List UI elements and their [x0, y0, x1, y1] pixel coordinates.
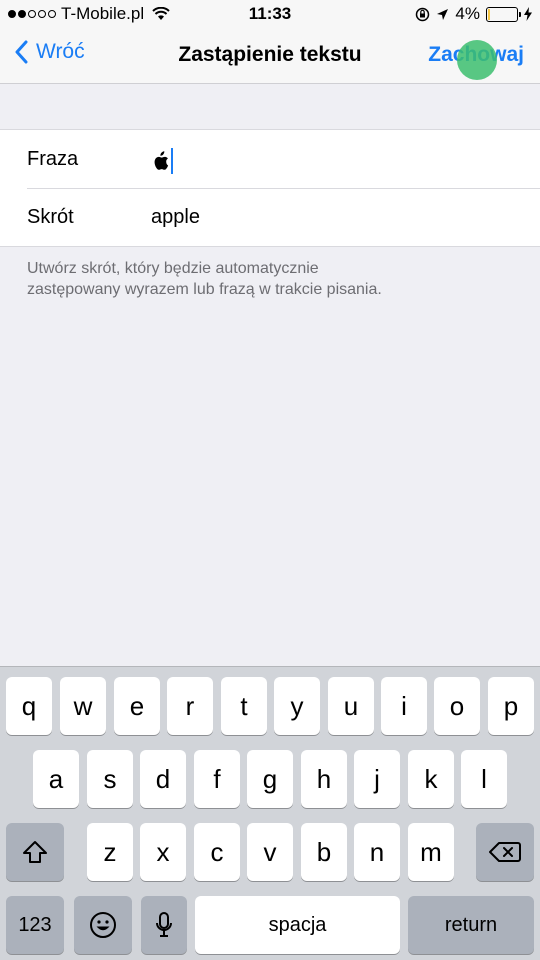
numbers-key[interactable]: 123: [6, 896, 64, 954]
battery-icon: [486, 6, 521, 22]
emoji-icon: [90, 912, 116, 938]
key-t[interactable]: t: [221, 677, 267, 735]
key-p[interactable]: p: [488, 677, 534, 735]
key-m[interactable]: m: [408, 823, 454, 881]
keyboard: q w e r t y u i o p a s d f g h j k l z …: [0, 666, 540, 960]
key-a[interactable]: a: [33, 750, 79, 808]
charging-bolt-icon: [524, 7, 532, 21]
key-i[interactable]: i: [381, 677, 427, 735]
key-f[interactable]: f: [194, 750, 240, 808]
text-replacement-form: Fraza Skrót apple: [0, 129, 540, 247]
touch-indicator: [457, 40, 497, 80]
return-key[interactable]: return: [408, 896, 534, 954]
key-k[interactable]: k: [408, 750, 454, 808]
key-l[interactable]: l: [461, 750, 507, 808]
key-q[interactable]: q: [6, 677, 52, 735]
footer-note: Utwórz skrót, który będzie automatycznie…: [27, 260, 382, 298]
shortcut-field[interactable]: apple: [151, 206, 200, 229]
key-b[interactable]: b: [301, 823, 347, 881]
key-j[interactable]: j: [354, 750, 400, 808]
location-arrow-icon: [437, 8, 449, 20]
shift-key[interactable]: [6, 823, 64, 881]
battery-percent: 4%: [455, 4, 480, 23]
key-d[interactable]: d: [140, 750, 186, 808]
phrase-row[interactable]: Fraza: [0, 130, 540, 188]
key-e[interactable]: e: [114, 677, 160, 735]
key-x[interactable]: x: [140, 823, 186, 881]
emoji-key[interactable]: [74, 896, 132, 954]
text-cursor: [171, 148, 173, 174]
key-n[interactable]: n: [354, 823, 400, 881]
key-r[interactable]: r: [167, 677, 213, 735]
key-h[interactable]: h: [301, 750, 347, 808]
orientation-lock-icon: [416, 7, 430, 21]
key-s[interactable]: s: [87, 750, 133, 808]
key-z[interactable]: z: [87, 823, 133, 881]
key-o[interactable]: o: [434, 677, 480, 735]
status-bar: T-Mobile.pl 11:33 4%: [0, 0, 540, 28]
key-v[interactable]: v: [247, 823, 293, 881]
key-c[interactable]: c: [194, 823, 240, 881]
shortcut-label: Skrót: [27, 206, 74, 228]
shortcut-row[interactable]: Skrót apple: [0, 188, 540, 246]
space-key[interactable]: spacja: [195, 896, 400, 954]
key-y[interactable]: y: [274, 677, 320, 735]
backspace-icon: [489, 842, 521, 862]
phrase-label: Fraza: [27, 148, 79, 170]
apple-logo-icon: [154, 151, 169, 170]
key-g[interactable]: g: [247, 750, 293, 808]
battery-level-fill: [488, 8, 490, 20]
shift-arrow-icon: [23, 841, 47, 863]
phrase-field[interactable]: [151, 148, 173, 174]
backspace-key[interactable]: [476, 823, 534, 881]
microphone-icon: [156, 912, 172, 937]
dictation-key[interactable]: [141, 896, 187, 954]
key-w[interactable]: w: [60, 677, 106, 735]
key-u[interactable]: u: [328, 677, 374, 735]
